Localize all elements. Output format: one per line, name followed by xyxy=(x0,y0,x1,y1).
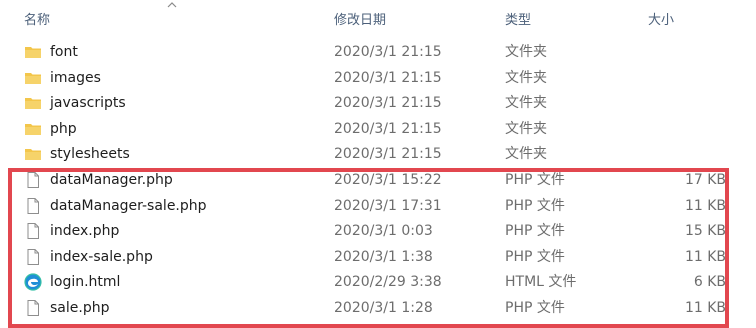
file-name: images xyxy=(50,69,101,86)
file-row[interactable]: index.php 2020/3/1 0:03 PHP 文件 15 KB xyxy=(0,219,756,244)
file-size: 15 KB xyxy=(684,223,726,240)
file-name: sale.php xyxy=(50,300,110,316)
file-modified-date: 2020/3/1 15:22 xyxy=(334,172,442,188)
file-name: javascripts xyxy=(50,95,126,112)
file-row[interactable]: dataManager-sale.php 2020/3/1 17:31 PHP 文件… xyxy=(0,194,756,219)
file-name: index.php xyxy=(50,223,120,240)
file-size: 11 KB xyxy=(684,248,726,265)
file-name: stylesheets xyxy=(50,146,130,163)
file-icon xyxy=(24,299,42,317)
file-name: login.html xyxy=(50,274,121,291)
file-icon xyxy=(24,171,42,189)
file-modified-date: 2020/3/1 21:15 xyxy=(334,95,442,112)
file-icon xyxy=(24,197,42,215)
sort-ascending-icon xyxy=(167,2,177,8)
file-name: font xyxy=(50,44,78,60)
file-type: 文件夹 xyxy=(505,44,547,60)
file-name: dataManager.php xyxy=(50,172,173,188)
file-name: php xyxy=(50,120,77,137)
file-modified-date: 2020/3/1 21:15 xyxy=(334,120,442,137)
column-header-type[interactable]: 类型 xyxy=(505,9,531,28)
file-type: PHP 文件 xyxy=(505,300,565,316)
file-name: dataManager-sale.php xyxy=(50,197,207,214)
column-header-bar: 名称 修改日期 类型 大小 xyxy=(0,0,756,36)
edge-browser-icon xyxy=(24,273,42,291)
file-name: index-sale.php xyxy=(50,248,153,265)
column-header-size[interactable]: 大小 xyxy=(648,9,674,28)
file-icon xyxy=(24,222,42,240)
file-row[interactable]: stylesheets 2020/3/1 21:15 文件夹 xyxy=(0,142,756,167)
file-size: 11 KB xyxy=(684,300,726,316)
file-explorer: 名称 修改日期 类型 大小 font 2020/3/1 21:15 文件夹 image… xyxy=(0,0,756,328)
file-type: PHP 文件 xyxy=(505,197,565,214)
folder-icon xyxy=(24,145,42,163)
file-row[interactable]: dataManager.php 2020/3/1 15:22 PHP 文件 17 KB xyxy=(0,168,756,193)
file-row[interactable]: font 2020/3/1 21:15 文件夹 xyxy=(0,40,756,65)
file-row[interactable]: php 2020/3/1 21:15 文件夹 xyxy=(0,117,756,142)
file-type: 文件夹 xyxy=(505,146,547,163)
file-type: PHP 文件 xyxy=(505,223,565,240)
folder-icon xyxy=(24,120,42,138)
file-type: PHP 文件 xyxy=(505,172,565,188)
folder-icon xyxy=(24,94,42,112)
file-type: PHP 文件 xyxy=(505,248,565,265)
file-modified-date: 2020/3/1 1:38 xyxy=(334,248,433,265)
file-modified-date: 2020/3/1 17:31 xyxy=(334,197,442,214)
file-size: 11 KB xyxy=(684,197,726,214)
file-type: 文件夹 xyxy=(505,95,547,112)
file-modified-date: 2020/3/1 1:28 xyxy=(334,300,433,316)
file-row[interactable]: javascripts 2020/3/1 21:15 文件夹 xyxy=(0,91,756,116)
folder-icon xyxy=(24,69,42,87)
file-type: HTML 文件 xyxy=(505,274,577,291)
file-type: 文件夹 xyxy=(505,120,547,137)
file-modified-date: 2020/3/1 21:15 xyxy=(334,44,442,60)
file-modified-date: 2020/2/29 3:38 xyxy=(334,274,442,291)
file-row[interactable]: index-sale.php 2020/3/1 1:38 PHP 文件 11 KB xyxy=(0,245,756,270)
file-modified-date: 2020/3/1 0:03 xyxy=(334,223,433,240)
file-modified-date: 2020/3/1 21:15 xyxy=(334,69,442,86)
file-size: 17 KB xyxy=(684,172,726,188)
folder-icon xyxy=(24,43,42,61)
file-row[interactable]: login.html 2020/2/29 3:38 HTML 文件 6 KB xyxy=(0,270,756,295)
file-size: 6 KB xyxy=(693,274,726,291)
column-header-modified[interactable]: 修改日期 xyxy=(334,9,386,28)
file-row[interactable]: images 2020/3/1 21:15 文件夹 xyxy=(0,66,756,91)
column-header-name[interactable]: 名称 xyxy=(24,9,50,28)
file-modified-date: 2020/3/1 21:15 xyxy=(334,146,442,163)
file-icon xyxy=(24,248,42,266)
file-type: 文件夹 xyxy=(505,69,547,86)
file-row[interactable]: sale.php 2020/3/1 1:28 PHP 文件 11 KB xyxy=(0,296,756,321)
